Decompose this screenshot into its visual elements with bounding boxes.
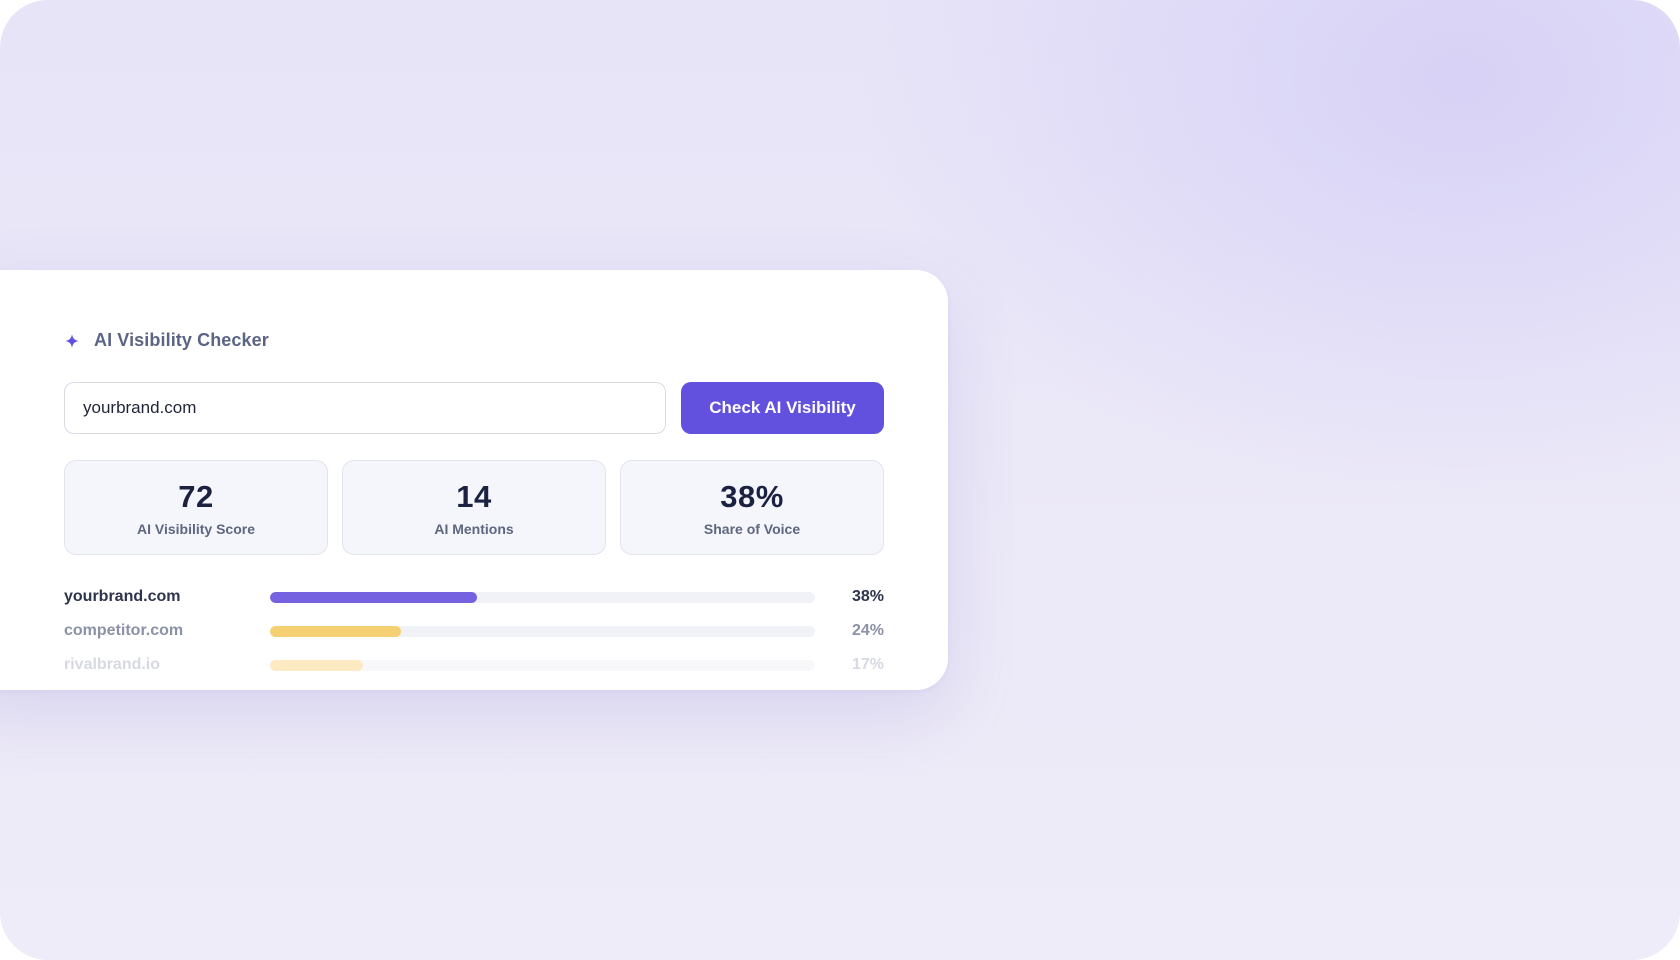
row-percent: 24% xyxy=(851,622,884,639)
stat-card-visibility-score: 72 AI Visibility Score xyxy=(64,460,328,555)
stat-value: 38% xyxy=(720,478,784,514)
ai-visibility-checker-card: AI Visibility Checker Check AI Visibilit… xyxy=(0,270,948,690)
list-item: rivalbrand.io 17% xyxy=(64,648,884,682)
sparkle-icon xyxy=(64,333,80,349)
stat-card-share-of-voice: 38% Share of Voice xyxy=(620,460,884,555)
background-frame: AI Visibility Checker Check AI Visibilit… xyxy=(0,0,1680,960)
stat-label: AI Visibility Score xyxy=(136,520,255,537)
list-item: competitor.com 24% xyxy=(64,614,884,648)
check-ai-visibility-button[interactable]: Check AI Visibility xyxy=(681,382,884,434)
progress-track xyxy=(270,625,815,637)
domain-input[interactable] xyxy=(64,382,666,434)
row-domain: rivalbrand.io xyxy=(64,656,161,673)
stat-value: 14 xyxy=(456,478,492,514)
stat-label: AI Mentions xyxy=(434,520,514,537)
stats-row: 72 AI Visibility Score 14 AI Mentions 38… xyxy=(64,460,884,555)
stat-value: 72 xyxy=(178,478,214,514)
row-domain: yourbrand.com xyxy=(64,588,181,605)
progress-fill xyxy=(270,659,363,671)
stat-card-ai-mentions: 14 AI Mentions xyxy=(342,460,606,555)
progress-fill xyxy=(270,625,401,637)
list-item: yourbrand.com 38% xyxy=(64,580,884,614)
card-title: AI Visibility Checker xyxy=(94,330,269,350)
row-percent: 17% xyxy=(851,656,884,673)
progress-fill xyxy=(270,591,478,603)
progress-track xyxy=(270,591,815,603)
row-domain: competitor.com xyxy=(64,622,184,639)
card-header: AI Visibility Checker xyxy=(64,330,269,351)
stat-label: Share of Voice xyxy=(703,520,801,537)
share-of-voice-list: yourbrand.com 38% competitor.com 24% riv… xyxy=(64,580,884,682)
row-percent: 38% xyxy=(851,588,884,605)
progress-track xyxy=(270,659,815,671)
